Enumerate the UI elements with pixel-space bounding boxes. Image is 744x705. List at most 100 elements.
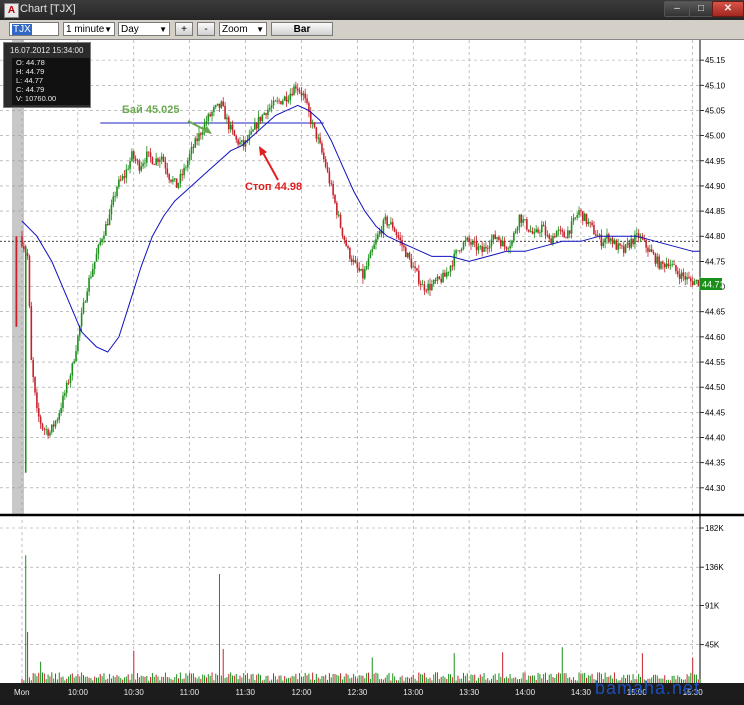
candle-body: [155, 158, 157, 165]
candle-body: [86, 291, 89, 302]
minimize-button[interactable]: –: [664, 1, 690, 17]
candle-body: [434, 280, 437, 281]
candle-body: [254, 123, 256, 130]
candle-body: [501, 240, 504, 247]
candle-body: [589, 221, 592, 223]
candle-body: [498, 237, 500, 241]
chart-type-button[interactable]: Bar: [271, 22, 333, 36]
chart-area[interactable]: 45.15 45.10 45.05 45.00 44.95 44.90 44.85 44.80…: [0, 40, 744, 700]
candle-body: [296, 88, 299, 91]
candle-body: [321, 143, 323, 153]
volume-tick-label: 136K: [705, 563, 724, 572]
candle-body: [103, 235, 105, 240]
candle-body: [231, 124, 234, 131]
candle-body: [47, 429, 49, 436]
candle-body: [499, 240, 502, 247]
candle-body: [369, 251, 372, 259]
symbol-input[interactable]: TJX: [9, 22, 59, 36]
candle-body: [578, 210, 580, 216]
candle-body: [181, 174, 184, 176]
candle-body: [123, 176, 126, 178]
candle-body: [544, 226, 547, 236]
candle-body: [166, 168, 169, 175]
candle-body: [287, 99, 290, 102]
candle-body: [116, 186, 118, 197]
candle-body: [319, 137, 321, 144]
candle-body: [382, 220, 385, 234]
price-volume-chart[interactable]: 45.15 45.10 45.05 45.00 44.95 44.90 44.85 44.80…: [0, 40, 744, 700]
candle-body: [132, 151, 135, 159]
zoom-in-button[interactable]: +: [175, 22, 193, 36]
candle-body: [676, 271, 679, 275]
candle-body: [151, 157, 154, 165]
candle-body: [175, 178, 178, 188]
candle-body: [352, 260, 355, 262]
candle-body: [542, 224, 545, 227]
candle-body: [190, 146, 193, 155]
candle-body: [570, 221, 573, 234]
candle-body: [324, 159, 327, 167]
range-select[interactable]: Day ▼: [118, 22, 170, 36]
candle-body: [272, 100, 275, 106]
zoom-out-button[interactable]: -: [197, 22, 215, 36]
candle-body: [673, 264, 675, 266]
zoom-select[interactable]: Zoom ▼: [219, 22, 267, 36]
candle-body: [416, 268, 418, 271]
candle-body: [690, 278, 692, 282]
interval-select[interactable]: 1 minute ▼: [63, 22, 115, 36]
candle-body: [39, 416, 42, 424]
candle-body: [568, 230, 571, 234]
candle-body: [339, 214, 342, 228]
candle-body: [188, 154, 191, 161]
candle-body: [354, 260, 357, 263]
candle-body: [187, 160, 189, 168]
candle-body: [306, 98, 308, 104]
candle-body: [421, 284, 424, 286]
candle-body: [395, 231, 398, 236]
candle-body: [298, 90, 301, 93]
candle-body: [647, 247, 649, 252]
ohlc-panel[interactable]: 16.07.2012 15:34:00 O: 44.78 H: 44.79 L:…: [3, 42, 91, 108]
candle-body: [455, 250, 457, 254]
candle-body: [282, 100, 284, 105]
candle-body: [278, 100, 280, 102]
stop-annotation: Стоп 44.98: [245, 181, 302, 193]
candle-body: [62, 395, 64, 409]
candle-body: [609, 238, 612, 241]
time-tick-label: 13:00: [403, 688, 424, 697]
candle-body: [628, 242, 631, 248]
title-bar[interactable]: A Chart [TJX] – □ ✕: [0, 0, 744, 21]
candle-body: [580, 210, 582, 212]
candle-body: [632, 238, 634, 245]
candle-body: [472, 241, 474, 245]
chevron-down-icon: ▼: [159, 25, 167, 34]
candle-body: [140, 166, 143, 171]
candle-body: [129, 160, 131, 169]
candle-body: [218, 103, 221, 108]
candle-body: [481, 246, 483, 252]
candle-body: [537, 229, 539, 233]
candle-body: [127, 168, 129, 170]
candle-body: [267, 109, 269, 116]
time-tick-label: 13:30: [459, 688, 480, 697]
candle-body: [263, 113, 265, 115]
candle-body: [313, 122, 316, 128]
candle-body: [583, 213, 586, 222]
candle-body: [99, 241, 102, 245]
candle-body: [561, 230, 564, 232]
candle-body: [43, 429, 46, 430]
candle-body: [457, 250, 459, 252]
candle-body: [675, 265, 677, 272]
candle-body: [572, 217, 575, 222]
candle-body: [295, 86, 297, 89]
candle-body: [323, 152, 325, 160]
candle-body: [311, 122, 314, 124]
candle-body: [658, 256, 660, 269]
candle-body: [557, 229, 560, 231]
candle-body: [317, 137, 320, 139]
candle-body: [419, 283, 422, 286]
maximize-button[interactable]: □: [689, 1, 713, 17]
candle-body: [485, 246, 487, 249]
close-button[interactable]: ✕: [712, 1, 744, 17]
candle-body: [142, 163, 144, 167]
